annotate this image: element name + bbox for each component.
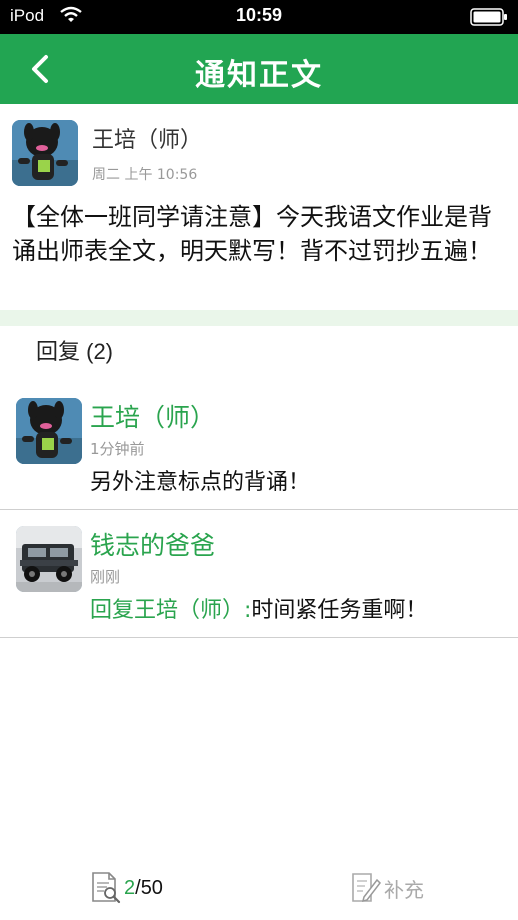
reply-avatar[interactable] <box>16 398 82 464</box>
notice-body: 【全体一班同学请注意】今天我语文作业是背诵出师表全文，明天默写！背不过罚抄五遍！ <box>12 203 492 265</box>
author-avatar[interactable] <box>12 120 78 186</box>
bottom-toolbar: 2/50 补充 <box>0 860 518 920</box>
section-divider <box>0 310 518 326</box>
read-number: 2 <box>124 876 136 899</box>
document-search-icon <box>92 872 121 904</box>
reply-text: 回复王培（师）:时间紧任务重啊！ <box>90 592 427 624</box>
edit-document-icon <box>352 873 381 903</box>
author-name: 王培（师） <box>92 128 203 153</box>
doll-avatar-image <box>12 120 78 186</box>
supplement-label: 补充 <box>384 877 424 902</box>
total-number: 50 <box>140 876 163 899</box>
reply-item[interactable]: 王培（师） 1分钟前 另外注意标点的背诵！ <box>0 398 518 510</box>
status-bar: iPod 10:59 <box>0 0 518 34</box>
nav-bar: 通知正文 <box>0 34 518 104</box>
battery-icon <box>470 8 507 26</box>
page-title: 通知正文 <box>195 58 323 93</box>
reply-content: 另外注意标点的背诵！ <box>90 470 311 495</box>
row-divider <box>0 637 518 638</box>
read-count: 2/50 <box>124 877 163 900</box>
reply-author-name: 王培（师） <box>90 403 216 432</box>
clock: 10:59 <box>235 5 283 25</box>
reply-text: 另外注意标点的背诵！ <box>90 464 310 496</box>
reply-to-label: 回复王培（师）: <box>90 598 252 623</box>
replies-header: 回复 (2) <box>36 339 114 364</box>
doll-avatar-image <box>16 398 82 464</box>
reply-author-name: 钱志的爸爸 <box>90 531 216 560</box>
reply-timestamp: 1分钟前 <box>90 440 145 458</box>
reply-item[interactable]: 钱志的爸爸 刚刚 回复王培（师）:时间紧任务重啊！ <box>0 526 518 638</box>
reply-content: 时间紧任务重啊！ <box>251 598 428 623</box>
jeep-avatar-image <box>16 526 82 592</box>
post-timestamp: 周二 上午 10:56 <box>92 167 198 183</box>
row-divider <box>0 509 518 510</box>
read-count-button[interactable]: 2/50 <box>90 868 163 908</box>
reply-avatar[interactable] <box>16 526 82 592</box>
reply-timestamp: 刚刚 <box>90 568 121 586</box>
supplement-button[interactable]: 补充 <box>350 868 424 908</box>
notice-post: 王培（师） 周二 上午 10:56 【全体一班同学请注意】今天我语文作业是背诵出… <box>0 104 518 310</box>
